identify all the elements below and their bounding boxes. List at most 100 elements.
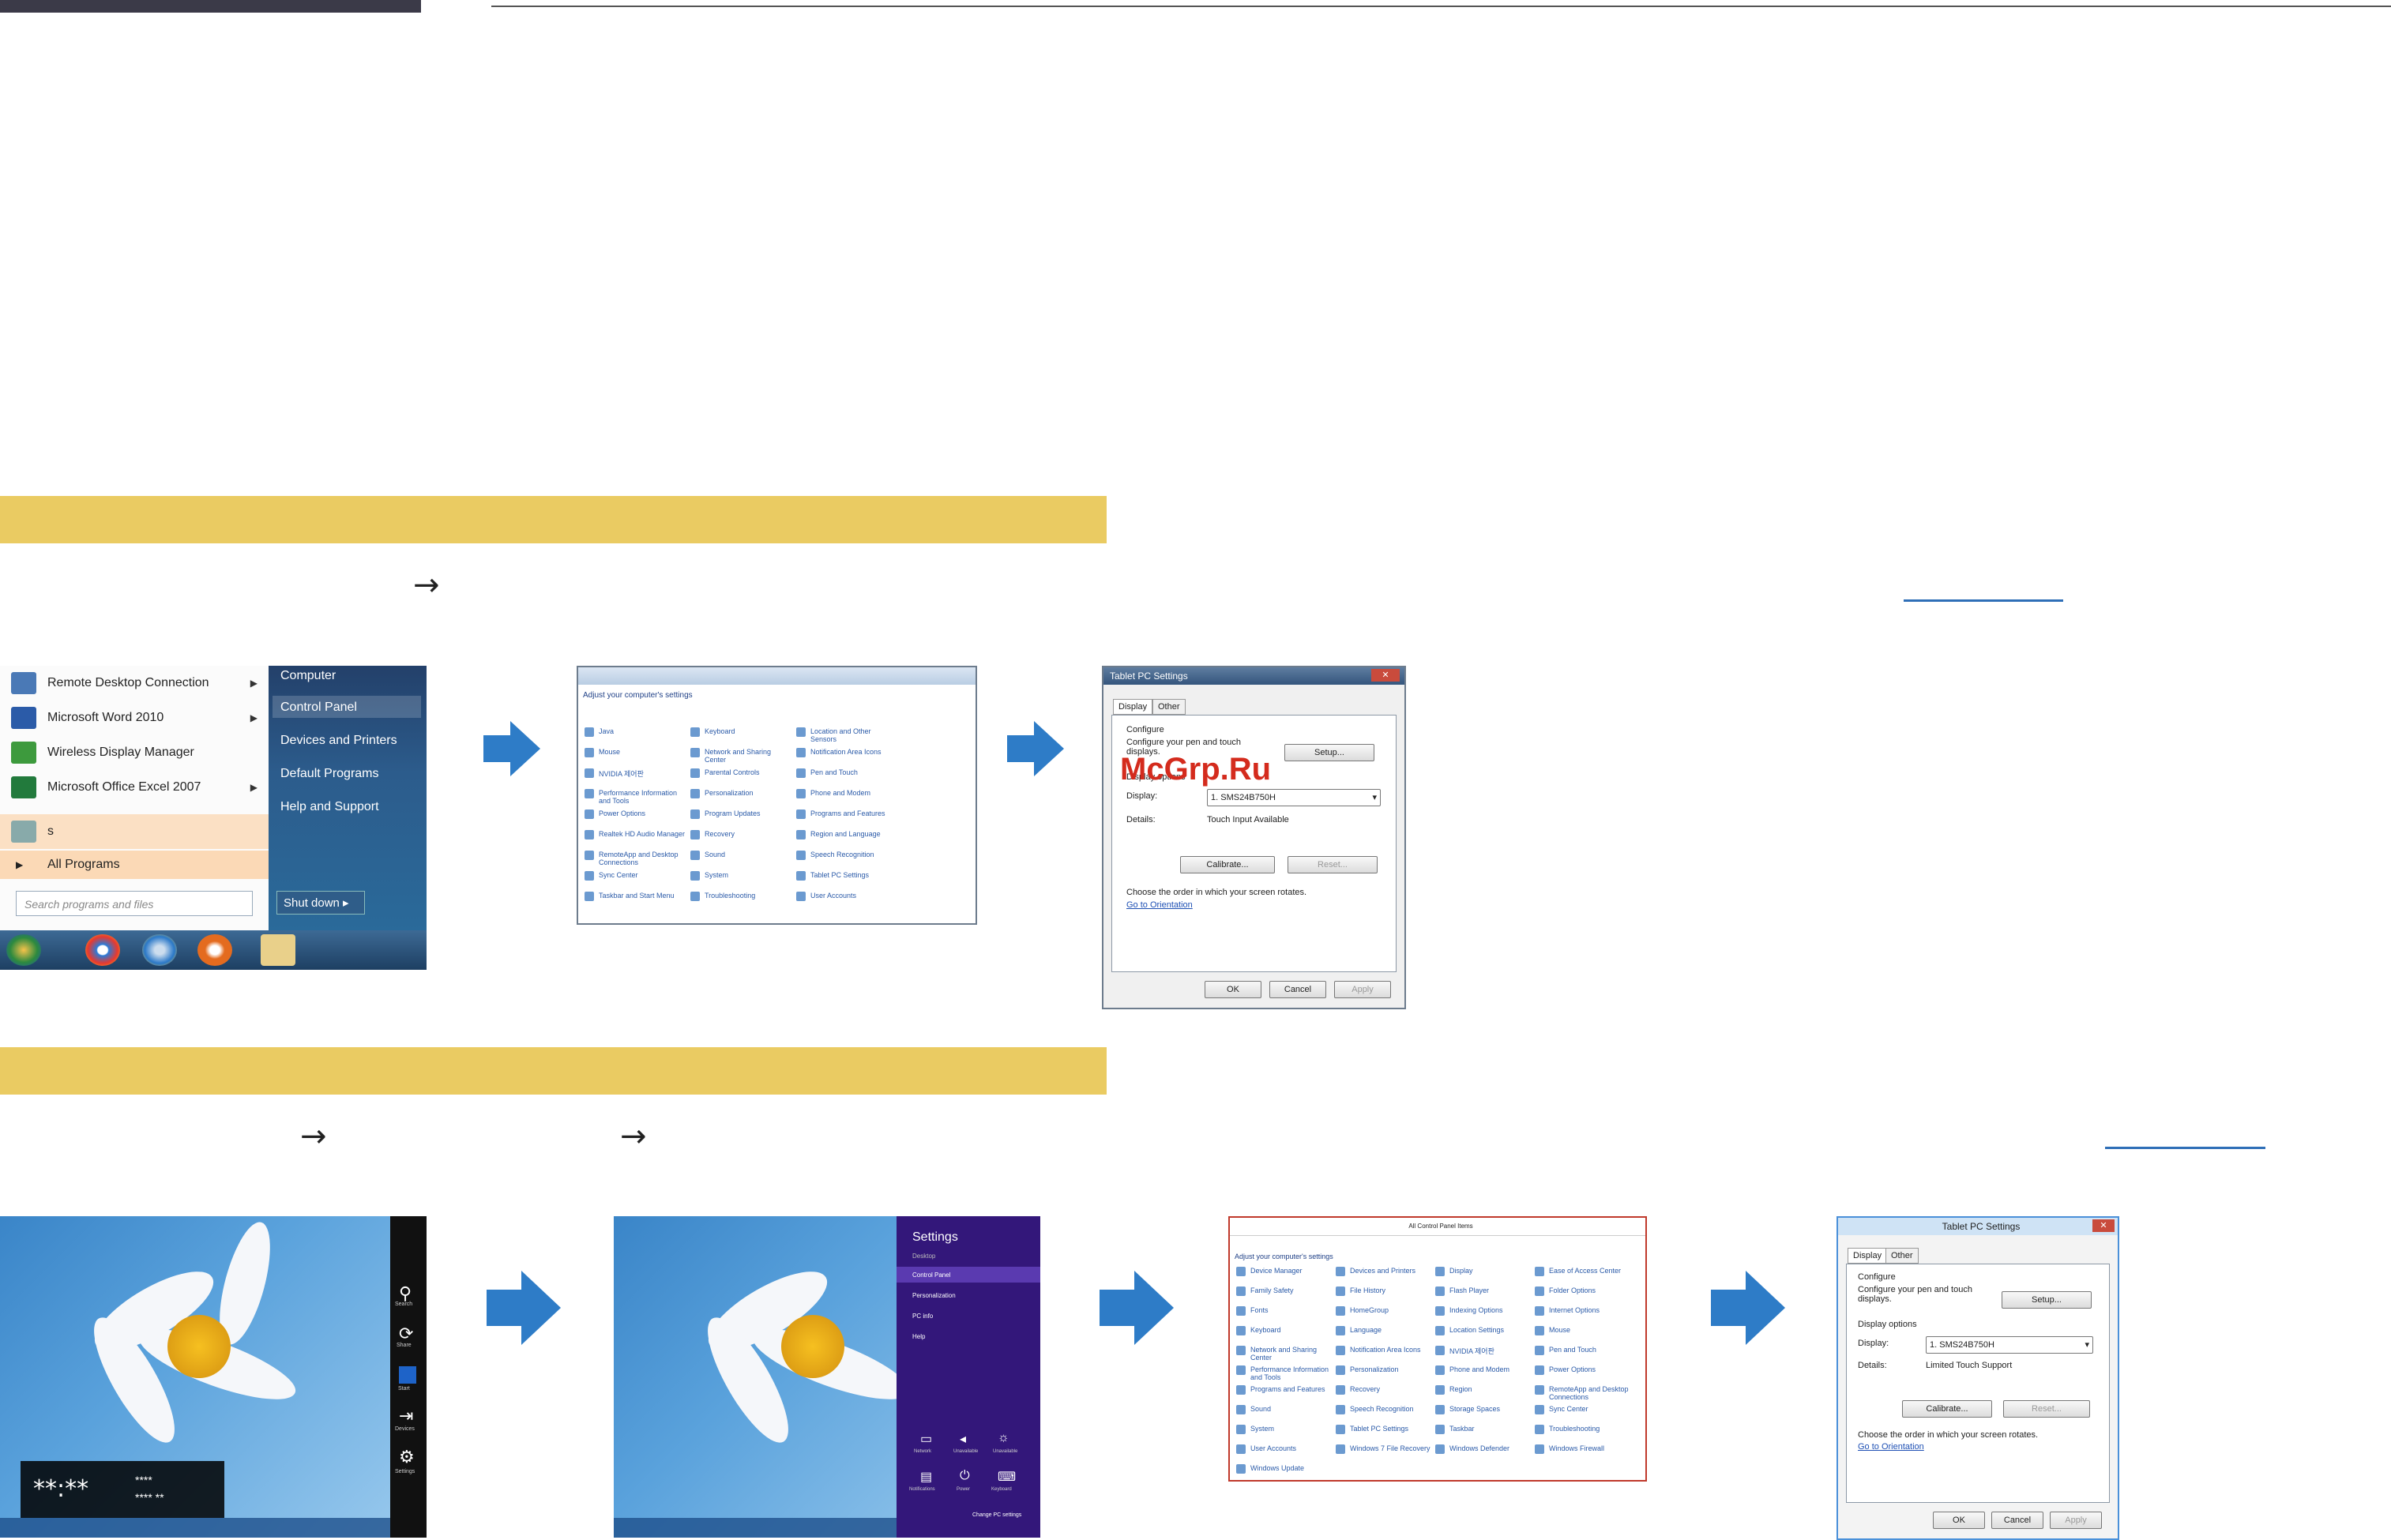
cp-item[interactable]: Flash Player [1449, 1286, 1530, 1294]
cp-item[interactable]: Phone and Modem [810, 789, 897, 797]
cp-item[interactable]: Location Settings [1449, 1326, 1530, 1334]
cp-item[interactable]: Taskbar [1449, 1425, 1530, 1433]
start-orb-icon[interactable] [6, 934, 41, 966]
cp-item[interactable]: Recovery [705, 830, 791, 838]
cp-item[interactable]: System [705, 871, 791, 879]
tab-other[interactable]: Other [1885, 1248, 1919, 1264]
network-icon[interactable]: ▭ [920, 1431, 932, 1447]
cp-item[interactable]: Sync Center [1549, 1405, 1630, 1413]
cp-item[interactable]: Folder Options [1549, 1286, 1630, 1294]
cp-item[interactable]: Program Updates [705, 809, 791, 817]
orientation-link[interactable]: Go to Orientation [1858, 1442, 1924, 1452]
cp-item[interactable]: Language [1350, 1326, 1430, 1334]
cp-item[interactable]: Network and Sharing Center [1250, 1346, 1331, 1362]
cp-item[interactable]: Windows Update [1250, 1464, 1331, 1472]
tab-other[interactable]: Other [1152, 699, 1186, 715]
cp-item[interactable]: Recovery [1350, 1385, 1430, 1393]
ok-button[interactable]: OK [1933, 1512, 1985, 1529]
cp-item[interactable]: Tablet PC Settings [1350, 1425, 1430, 1433]
cp-item[interactable]: Personalization [705, 789, 791, 797]
cp-item[interactable]: Programs and Features [1250, 1385, 1331, 1393]
reset-button[interactable]: Reset... [2003, 1400, 2090, 1418]
cp-item[interactable]: HomeGroup [1350, 1306, 1430, 1314]
setup-button[interactable]: Setup... [1284, 744, 1374, 761]
share-icon[interactable]: ⟳ [399, 1324, 413, 1344]
volume-icon[interactable]: ◂ [960, 1431, 966, 1447]
right-item-devices[interactable]: Devices and Printers [280, 734, 397, 748]
all-programs[interactable]: ▶ All Programs [0, 851, 269, 879]
cp-item[interactable]: Indexing Options [1449, 1306, 1530, 1314]
cp-item[interactable]: NVIDIA 제어판 [1449, 1346, 1530, 1356]
cp-item[interactable]: Programs and Features [810, 809, 897, 817]
settings-item[interactable]: Personalization [912, 1292, 956, 1299]
change-pc-settings-link[interactable]: Change PC settings [972, 1512, 1021, 1518]
cp-item[interactable]: User Accounts [810, 892, 897, 900]
cp-item[interactable]: Mouse [1549, 1326, 1630, 1334]
display-select[interactable]: 1. SMS24B750H ▾ [1207, 789, 1381, 806]
cp-item[interactable]: Tablet PC Settings [810, 871, 897, 879]
cp-item[interactable]: Family Safety [1250, 1286, 1331, 1294]
cp-item[interactable]: Performance Information and Tools [1250, 1365, 1331, 1381]
reset-button[interactable]: Reset... [1288, 856, 1378, 873]
cp-item[interactable]: RemoteApp and Desktop Connections [1549, 1385, 1630, 1401]
cp-item[interactable]: Device Manager [1250, 1267, 1331, 1275]
cp-item[interactable]: Fonts [1250, 1306, 1331, 1314]
cp-item[interactable]: Java [599, 727, 686, 735]
cp-item[interactable]: Windows 7 File Recovery [1350, 1444, 1430, 1452]
cp-item[interactable]: Region and Language [810, 830, 897, 838]
notifications-icon[interactable]: ▤ [920, 1469, 932, 1485]
tab-display[interactable]: Display [1113, 699, 1153, 715]
cp-item[interactable]: Windows Defender [1449, 1444, 1530, 1452]
cp-item[interactable]: Phone and Modem [1449, 1365, 1530, 1373]
cp-item[interactable]: Sound [1250, 1405, 1331, 1413]
program-item[interactable]: Microsoft Word 2010 ▶ [0, 701, 269, 735]
settings-item[interactable]: Control Panel [912, 1271, 950, 1279]
apply-button[interactable]: Apply [1334, 981, 1391, 998]
cp-item[interactable]: Pen and Touch [810, 768, 897, 776]
media-player-icon[interactable] [197, 934, 232, 966]
power-icon[interactable]: ⏻ [960, 1469, 970, 1483]
right-item-control-panel[interactable]: Control Panel [280, 701, 357, 715]
gear-icon[interactable]: ⚙ [399, 1447, 415, 1467]
cp-item[interactable]: File History [1350, 1286, 1430, 1294]
settings-item[interactable]: PC info [912, 1313, 933, 1320]
cp-item[interactable]: Personalization [1350, 1365, 1430, 1373]
close-icon[interactable]: ✕ [2092, 1219, 2115, 1232]
calibrate-button[interactable]: Calibrate... [1902, 1400, 1992, 1418]
cp-item[interactable]: Parental Controls [705, 768, 791, 776]
cp-item[interactable]: RemoteApp and Desktop Connections [599, 851, 686, 866]
right-item-computer[interactable]: Computer [280, 669, 336, 683]
devices-icon[interactable]: ⇥ [399, 1406, 413, 1426]
cp-item[interactable]: Notification Area Icons [810, 748, 897, 756]
ie-icon[interactable] [142, 934, 177, 966]
orientation-link[interactable]: Go to Orientation [1126, 900, 1193, 910]
calibrate-button[interactable]: Calibrate... [1180, 856, 1275, 873]
display-select[interactable]: 1. SMS24B750H ▾ [1926, 1336, 2093, 1354]
cp-item[interactable]: Power Options [1549, 1365, 1630, 1373]
cp-item[interactable]: Internet Options [1549, 1306, 1630, 1314]
setup-button[interactable]: Setup... [2002, 1291, 2092, 1309]
cp-item[interactable]: Speech Recognition [810, 851, 897, 858]
cp-item[interactable]: Location and Other Sensors [810, 727, 897, 743]
cp-item[interactable]: Ease of Access Center [1549, 1267, 1630, 1275]
cp-item[interactable]: Speech Recognition [1350, 1405, 1430, 1413]
cp-item[interactable]: Taskbar and Start Menu [599, 892, 686, 900]
cp-item[interactable]: System [1250, 1425, 1331, 1433]
cancel-button[interactable]: Cancel [1991, 1512, 2043, 1529]
cp-item[interactable]: Notification Area Icons [1350, 1346, 1430, 1354]
link-underline[interactable] [1904, 599, 2063, 602]
cp-item[interactable]: Region [1449, 1385, 1530, 1393]
link-underline[interactable] [2105, 1147, 2265, 1149]
brightness-icon[interactable]: ☼ [998, 1431, 1009, 1445]
explorer-icon[interactable] [261, 934, 295, 966]
cp-item[interactable]: Windows Firewall [1549, 1444, 1630, 1452]
cp-item[interactable]: Sound [705, 851, 791, 858]
cp-item[interactable]: Pen and Touch [1549, 1346, 1630, 1354]
program-item[interactable]: Microsoft Office Excel 2007 ▶ [0, 770, 269, 805]
program-item-highlighted[interactable]: s [0, 814, 269, 849]
cp-item[interactable]: Devices and Printers [1350, 1267, 1430, 1275]
cp-item[interactable]: Troubleshooting [705, 892, 791, 900]
settings-item[interactable]: Help [912, 1333, 925, 1340]
cp-item[interactable]: Troubleshooting [1549, 1425, 1630, 1433]
keyboard-icon[interactable]: ⌨ [998, 1469, 1016, 1485]
